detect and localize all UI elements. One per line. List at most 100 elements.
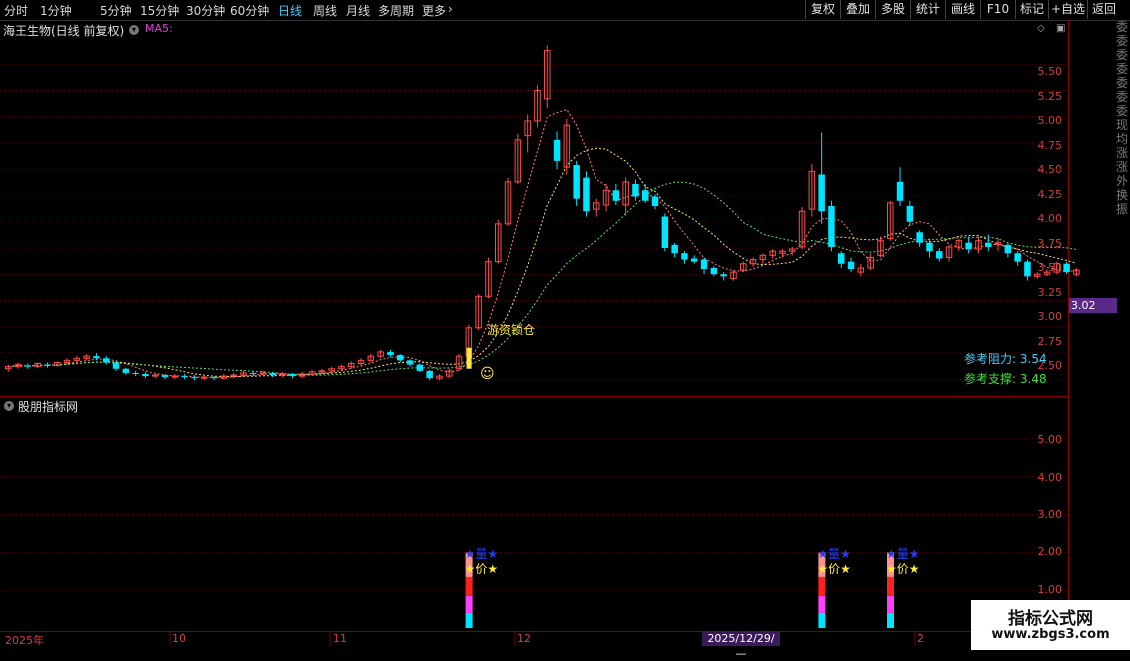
candle-body xyxy=(122,368,130,373)
ma20-line xyxy=(8,181,1077,376)
candle-body xyxy=(926,242,933,252)
candle-body xyxy=(269,372,277,376)
signal-price-label: ★价★ xyxy=(886,562,920,576)
candle-body xyxy=(622,181,629,206)
period-tab-daily[interactable]: 日线 xyxy=(278,2,302,19)
price-tick: 3.25 xyxy=(1037,286,1063,299)
signal-volume-label: ★量★ xyxy=(465,547,499,561)
candle-body xyxy=(544,50,551,100)
signal-bar-segment xyxy=(887,552,894,577)
overlay-button[interactable]: 叠加 xyxy=(840,0,875,19)
price-tick: 4.25 xyxy=(1037,188,1063,201)
candle-body xyxy=(416,364,424,371)
resistance-value: 3.54 xyxy=(1019,352,1047,366)
candle-body xyxy=(348,363,355,368)
candle-body xyxy=(455,355,463,370)
candle-body xyxy=(5,366,12,370)
candle-body xyxy=(749,259,757,265)
candle-body xyxy=(308,371,316,375)
maximize-icon[interactable]: ▣ xyxy=(1056,23,1065,34)
indicator-tick: 1.00 xyxy=(1037,583,1063,596)
multi-stock-button[interactable]: 多股 xyxy=(875,0,910,19)
candle-body xyxy=(573,165,580,199)
diamond-icon[interactable]: ◇ xyxy=(1037,23,1045,34)
period-tab-intraday[interactable]: 分时 xyxy=(4,2,28,19)
candle-body xyxy=(475,295,482,329)
period-tab-more[interactable]: 更多 xyxy=(422,2,446,19)
candle-body xyxy=(651,196,659,206)
candle-body xyxy=(857,267,865,273)
candle-body xyxy=(465,327,473,357)
candle-body xyxy=(73,357,81,361)
candle-body xyxy=(710,267,718,275)
signal-bar-segment xyxy=(887,595,894,613)
quote-info-strip: 委委委委委委委现均涨涨外换振 xyxy=(1116,20,1129,216)
candle-body xyxy=(103,358,110,363)
price-tick: 3.50 xyxy=(1037,261,1063,274)
candle-body xyxy=(259,372,267,375)
add-watchlist-button[interactable]: +自选 xyxy=(1048,0,1087,19)
signal-price-label: ★价★ xyxy=(465,562,499,576)
period-tab-monthly[interactable]: 月线 xyxy=(346,2,370,19)
indicator-tick: 5.00 xyxy=(1037,433,1063,446)
indicator-tick: 3.00 xyxy=(1037,508,1063,521)
candle-body xyxy=(1004,244,1012,254)
stats-button[interactable]: 统计 xyxy=(910,0,945,19)
candle-body xyxy=(877,240,884,256)
candle-body xyxy=(896,181,904,201)
candle-body xyxy=(93,356,100,359)
period-toolbar: 分时 1分钟 5分钟 15分钟 30分钟 60分钟 日线 周线 月线 多周期 更… xyxy=(0,0,1130,21)
candle-body xyxy=(1063,263,1070,273)
candle-body xyxy=(553,139,561,161)
period-tab-multi[interactable]: 多周期 xyxy=(378,2,414,19)
candle-body xyxy=(867,256,874,269)
candle-body xyxy=(720,274,727,277)
candle-body xyxy=(289,374,296,377)
candle-body xyxy=(759,254,767,261)
period-tab-60min[interactable]: 60分钟 xyxy=(230,2,269,19)
signal-bar-segment xyxy=(887,612,894,628)
ma5-line xyxy=(8,109,1077,378)
period-tab-1min[interactable]: 1分钟 xyxy=(40,2,72,19)
draw-line-button[interactable]: 画线 xyxy=(945,0,980,19)
period-tab-15min[interactable]: 15分钟 xyxy=(140,2,179,19)
annotation-text: 游资锁仓 xyxy=(487,323,536,337)
signal-bar-segment xyxy=(818,612,826,628)
date-axis xyxy=(0,631,1070,647)
watermark-url: www.zbgs3.com xyxy=(991,627,1110,642)
candle-body xyxy=(132,372,139,374)
candle-body xyxy=(936,251,943,259)
candle-body xyxy=(632,183,639,197)
period-tab-5min[interactable]: 5分钟 xyxy=(100,2,132,19)
candle-body xyxy=(34,363,41,368)
chevron-down-icon[interactable]: ▾ xyxy=(4,401,14,411)
chevron-down-icon[interactable]: ▾ xyxy=(129,25,139,35)
ma10-line xyxy=(8,147,1077,378)
candle-body xyxy=(161,375,169,378)
candle-body xyxy=(152,374,159,377)
candle-body xyxy=(230,374,237,377)
candle-body xyxy=(671,244,678,254)
candle-body xyxy=(44,364,51,366)
signal-bar-segment xyxy=(465,552,473,577)
candle-body xyxy=(279,373,286,376)
candle-body xyxy=(63,359,71,363)
candle-body xyxy=(426,370,433,379)
candle-body xyxy=(299,373,306,377)
f10-button[interactable]: F10 xyxy=(980,0,1015,19)
date-label: 12 xyxy=(517,632,531,645)
mark-button[interactable]: 标记 xyxy=(1015,0,1048,19)
period-tab-weekly[interactable]: 周线 xyxy=(313,2,337,19)
candle-body xyxy=(191,377,198,379)
candle-body xyxy=(318,370,326,373)
candle-body xyxy=(1034,273,1041,277)
signal-bar-segment xyxy=(465,612,473,628)
indicator-tick: 2.00 xyxy=(1037,545,1063,558)
back-button[interactable]: 返回 xyxy=(1087,0,1120,19)
adjust-button[interactable]: 复权 xyxy=(805,0,840,19)
chevron-right-icon[interactable]: › xyxy=(448,2,453,16)
candle-body xyxy=(887,202,894,240)
period-tab-30min[interactable]: 30分钟 xyxy=(186,2,225,19)
support-row: 参考支撑: 3.48 xyxy=(964,370,1047,387)
candle-body xyxy=(955,240,963,248)
